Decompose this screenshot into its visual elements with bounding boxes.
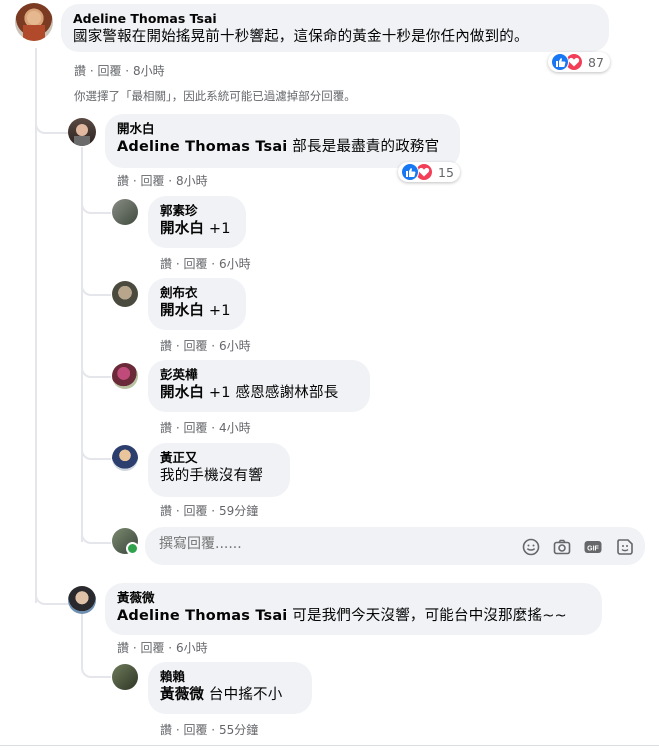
like-link[interactable]: 讚 [160, 339, 172, 353]
reply-bubble: 郭素珍 開水白 +1 [148, 196, 246, 248]
reply-actions: 讚 · 回覆 · 59分鐘 [160, 504, 259, 518]
comment-author[interactable]: 開水白 [117, 121, 448, 137]
thread-connector-c2 [35, 585, 69, 605]
reply-link[interactable]: 回覆 [97, 64, 121, 78]
avatar[interactable] [112, 664, 138, 690]
emoji-icon[interactable] [521, 537, 541, 557]
like-reaction-icon [401, 163, 419, 181]
timestamp[interactable]: 55分鐘 [219, 723, 258, 737]
timestamp[interactable]: 6小時 [219, 257, 251, 271]
reply-link[interactable]: 回覆 [183, 339, 207, 353]
reply-actions: 讚 · 回覆 · 6小時 [160, 339, 251, 353]
like-link[interactable]: 讚 [160, 723, 172, 737]
reply-bubble: 彭英樺 開水白 +1 感恩感謝林部長 [148, 360, 370, 412]
timestamp[interactable]: 6小時 [219, 339, 251, 353]
reply-text: +1 [208, 221, 231, 237]
thread-line-c2 [81, 614, 83, 669]
like-link[interactable]: 讚 [160, 257, 172, 271]
timestamp[interactable]: 59分鐘 [219, 504, 258, 518]
comment-author[interactable]: Adeline Thomas Tsai [73, 11, 597, 27]
comment-bubble: 開水白 Adeline Thomas Tsai 部長是最盡責的政務官 [105, 114, 460, 168]
current-user-avatar [112, 528, 139, 555]
timestamp[interactable]: 6小時 [176, 641, 208, 655]
reply-bubble: 劍布衣 開水白 +1 [148, 278, 246, 330]
timestamp[interactable]: 8小時 [176, 174, 208, 188]
avatar[interactable] [112, 199, 138, 225]
like-link[interactable]: 讚 [160, 421, 172, 435]
online-status-indicator [126, 542, 139, 555]
comment-bubble: Adeline Thomas Tsai 國家警報在開始搖晃前十秒響起，這保命的黃… [61, 4, 609, 52]
camera-icon[interactable] [552, 537, 572, 557]
reply-text: +1 感恩感謝林部長 [208, 385, 339, 401]
thread-connector-r2 [81, 282, 111, 296]
reply-author[interactable]: 彭英樺 [160, 367, 358, 383]
bottom-divider [0, 745, 659, 746]
reply-link[interactable]: 回覆 [140, 641, 164, 655]
reply-author[interactable]: 劍布衣 [160, 285, 234, 301]
mention-link[interactable]: 開水白 [160, 221, 204, 237]
mention-link[interactable]: 開水白 [160, 303, 204, 319]
comment-actions: 讚 · 回覆 · 8小時 [74, 64, 165, 78]
like-link[interactable]: 讚 [160, 504, 172, 518]
reply-link[interactable]: 回覆 [183, 504, 207, 518]
avatar[interactable] [15, 3, 53, 41]
reply-link[interactable]: 回覆 [183, 723, 207, 737]
thread-connector-c1 [35, 118, 69, 134]
mention-link[interactable]: 黃薇微 [160, 687, 204, 703]
thread-connector-r1 [81, 200, 111, 214]
reply-actions: 讚 · 回覆 · 55分鐘 [160, 723, 259, 737]
reaction-summary[interactable]: 87 [548, 52, 610, 72]
reply-text: 台中搖不小 [208, 687, 283, 703]
like-link[interactable]: 讚 [117, 174, 129, 188]
reply-author[interactable]: 賴賴 [160, 669, 300, 685]
mention-link[interactable]: Adeline Thomas Tsai [117, 139, 287, 155]
reply-bubble: 賴賴 黃薇微 台中搖不小 [148, 662, 312, 714]
thread-connector-r5 [81, 664, 111, 678]
reply-actions: 讚 · 回覆 · 4小時 [160, 421, 251, 435]
like-reaction-icon [551, 53, 569, 71]
comment-author[interactable]: 黃薇微 [117, 590, 590, 606]
reaction-summary[interactable]: 15 [398, 162, 460, 182]
comment-text: 可是我們今天沒響，可能台中沒那麼搖~~ [292, 608, 567, 624]
reply-bubble: 黃正又 我的手機沒有響 [148, 443, 290, 497]
avatar[interactable] [68, 586, 96, 614]
comment-text: 國家警報在開始搖晃前十秒響起，這保命的黃金十秒是你任內做到的。 [73, 29, 529, 45]
reply-input[interactable] [157, 535, 461, 553]
like-link[interactable]: 讚 [117, 641, 129, 655]
reply-link[interactable]: 回覆 [140, 174, 164, 188]
comment-actions: 讚 · 回覆 · 6小時 [117, 641, 208, 655]
avatar-photo-icon [23, 11, 45, 41]
avatar[interactable] [112, 445, 138, 471]
reply-link[interactable]: 回覆 [183, 421, 207, 435]
filter-notice: 你選擇了「最相關」，因此系統可能已過濾掉部分回覆。 [74, 89, 356, 103]
reaction-count: 87 [588, 54, 604, 70]
thread-connector-r3 [81, 364, 111, 378]
svg-text:GIF: GIF [587, 546, 599, 553]
timestamp[interactable]: 4小時 [219, 421, 251, 435]
thread-connector-r4 [81, 446, 111, 460]
mention-link[interactable]: Adeline Thomas Tsai [117, 608, 287, 624]
avatar[interactable] [68, 118, 96, 146]
reply-text: +1 [208, 303, 231, 319]
reply-composer: GIF [145, 527, 645, 565]
reply-actions: 讚 · 回覆 · 6小時 [160, 257, 251, 271]
sticker-icon[interactable] [615, 537, 635, 557]
avatar[interactable] [112, 281, 138, 307]
reply-text: 我的手機沒有響 [160, 468, 263, 484]
comment-actions: 讚 · 回覆 · 8小時 [117, 174, 208, 188]
gif-icon[interactable]: GIF [583, 537, 603, 557]
reaction-count: 15 [438, 164, 454, 180]
like-link[interactable]: 讚 [74, 64, 86, 78]
timestamp[interactable]: 8小時 [133, 64, 165, 78]
thread-connector-input [81, 530, 111, 544]
comment-text: 部長是最盡責的政務官 [292, 139, 440, 155]
avatar-photo-icon [74, 124, 90, 146]
reply-author[interactable]: 郭素珍 [160, 203, 234, 219]
reply-author[interactable]: 黃正又 [160, 450, 278, 466]
comment-bubble: 黃薇微 Adeline Thomas Tsai 可是我們今天沒響，可能台中沒那麼… [105, 583, 602, 635]
thread-line-main [35, 48, 37, 603]
reply-link[interactable]: 回覆 [183, 257, 207, 271]
mention-link[interactable]: 開水白 [160, 385, 204, 401]
avatar[interactable] [112, 363, 138, 389]
